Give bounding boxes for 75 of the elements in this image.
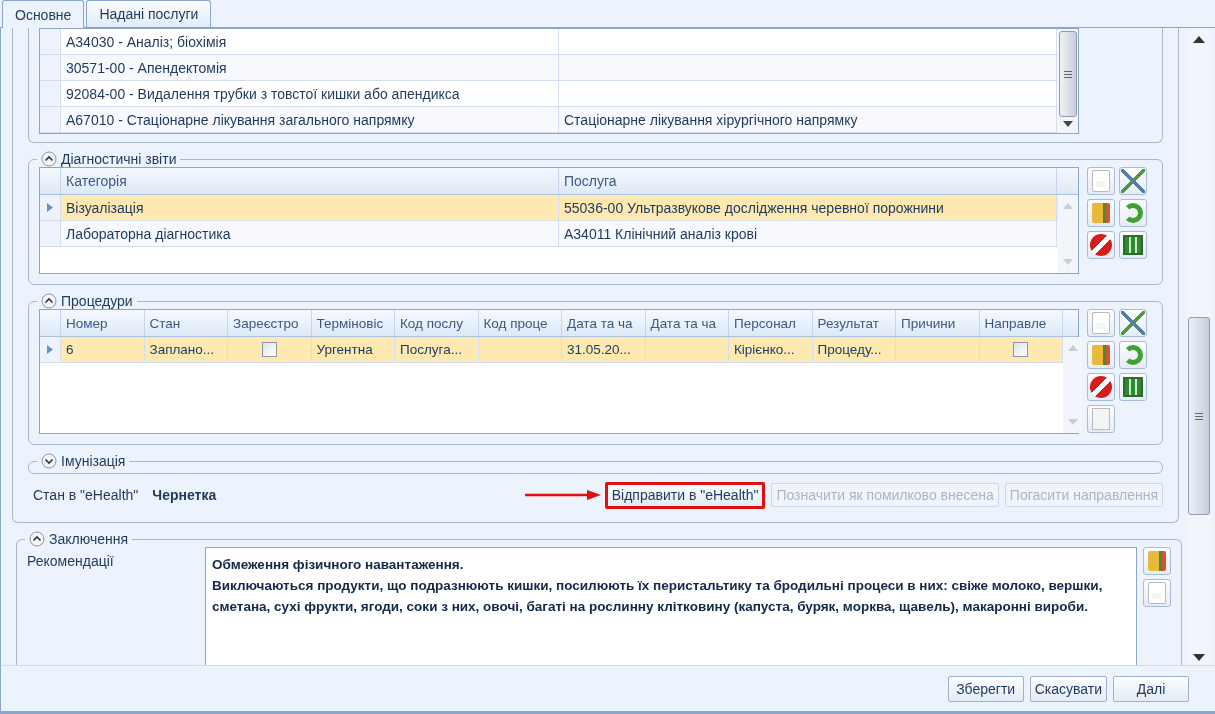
column-header[interactable]: Зареєстро xyxy=(228,310,312,336)
action-button[interactable]: Відправити в "eHealth" xyxy=(604,481,766,509)
table-row[interactable]: 6 Заплано... Ургентна Послуга... 31.05.20... Кірієнко... Процеду... xyxy=(40,337,1063,363)
table-cell: A34011 Клінічний аналіз крові xyxy=(559,221,1057,246)
refresh-icon[interactable] xyxy=(1119,199,1147,227)
collapse-icon[interactable] xyxy=(41,293,57,309)
scrollbar[interactable] xyxy=(1058,29,1078,133)
column-header[interactable]: Дата та ча xyxy=(645,310,729,336)
folder-icon[interactable] xyxy=(1087,199,1115,227)
table-cell: A67010 - Стаціонарне лікування загального напрямку xyxy=(61,107,559,132)
table-cell: Кірієнко... xyxy=(729,337,813,362)
table-cell: 6 xyxy=(61,337,145,362)
tab[interactable]: Надані послуги xyxy=(86,0,212,27)
column-header[interactable]: Стан xyxy=(144,310,228,336)
refresh-icon[interactable] xyxy=(1119,341,1147,369)
stop-icon[interactable] xyxy=(1087,231,1115,259)
footer-button[interactable]: Скасувати xyxy=(1029,675,1107,702)
grid-icon[interactable] xyxy=(1119,373,1147,401)
collapse-icon[interactable] xyxy=(29,531,45,547)
section-title: Імунізація xyxy=(61,453,126,469)
recommendations-field[interactable]: Обмеження фізичного навантаження. Виключаються продукти, що подразнюють кишки, посилюють їх перистальтику та бродильні процеси в них: свіже молоко, вершки, сметана, сухі фрукти, ягоди, соки з них, овочі, багаті на рослинну клітковину (капуста, буряк, морква, щавель), макаронні вироби. xyxy=(205,547,1137,665)
column-header[interactable]: Результат xyxy=(812,310,896,336)
table-cell: 30571-00 - Апендектомія xyxy=(61,55,559,80)
table-cell: Процеду... xyxy=(812,337,896,362)
section-title: Процедури xyxy=(61,293,133,309)
status-label: Стан в "eHealth" xyxy=(33,487,139,503)
column-header[interactable]: Причини xyxy=(896,310,980,336)
footer-button[interactable]: Далі xyxy=(1113,675,1189,702)
field-label: Рекомендації xyxy=(27,552,115,571)
collapse-icon[interactable] xyxy=(41,151,57,167)
status-value: Чернетка xyxy=(152,487,217,503)
tab[interactable]: Основне xyxy=(2,0,85,28)
scroll-up-icon[interactable] xyxy=(1193,36,1205,43)
column-header[interactable]: Категорія xyxy=(61,168,559,194)
table-cell: 92084-00 - Видалення трубки з товстої кишки або апендикса xyxy=(61,81,559,106)
folder-icon[interactable] xyxy=(1087,341,1115,369)
grip-icon xyxy=(1195,412,1203,420)
checkbox[interactable] xyxy=(1013,342,1029,357)
scroll-down-icon[interactable] xyxy=(1193,654,1205,661)
table-cell: Ургентна xyxy=(311,337,395,362)
scroll-down-icon[interactable] xyxy=(1063,121,1073,127)
row-pointer-icon xyxy=(47,345,53,354)
column-header[interactable]: Дата та ча xyxy=(562,310,646,336)
table-cell: Візуалізація xyxy=(61,195,559,220)
table-cell: 31.05.20... xyxy=(562,337,646,362)
table-cell: A34030 - Аналіз; біохімія xyxy=(61,29,559,54)
column-header[interactable]: Код послу xyxy=(395,310,479,336)
scroll-thumb[interactable] xyxy=(1059,31,1077,117)
section-title: Заключення xyxy=(49,531,128,547)
scroll-thumb[interactable] xyxy=(1188,317,1210,515)
table-cell: 55036-00 Ультразвукове дослідження черевної порожнини xyxy=(559,195,1057,220)
tools-icon[interactable] xyxy=(1119,167,1147,195)
column-header[interactable]: Код проце xyxy=(478,310,562,336)
checkbox[interactable] xyxy=(261,342,277,357)
column-header[interactable]: Номер xyxy=(61,310,145,336)
column-header[interactable]: Терміновіс xyxy=(311,310,395,336)
grip-icon xyxy=(1064,70,1072,78)
table-cell: Стаціонарне лікування хірургічного напрямку xyxy=(559,107,1057,132)
table-cell: Послуга... xyxy=(395,337,479,362)
column-header[interactable]: Персонал xyxy=(729,310,813,336)
scrollbar[interactable] xyxy=(1187,28,1211,665)
folder-icon[interactable] xyxy=(1143,547,1171,575)
footer-button[interactable]: Зберегти xyxy=(947,675,1024,702)
row-pointer-icon xyxy=(47,203,53,212)
table-cell: Лабораторна діагностика xyxy=(61,221,559,246)
section-title: Діагностичні звіти xyxy=(61,151,177,167)
table-cell: Заплано... xyxy=(144,337,228,362)
stop-icon[interactable] xyxy=(1087,373,1115,401)
column-header[interactable]: Послуга xyxy=(559,168,1057,194)
grid-icon[interactable] xyxy=(1119,231,1147,259)
tools-icon[interactable] xyxy=(1119,309,1147,337)
table-row[interactable]: Візуалізація 55036-00 Ультразвукове дослідження черевної порожнини xyxy=(40,195,1058,221)
column-header[interactable]: Направле xyxy=(979,310,1063,336)
expand-icon[interactable] xyxy=(41,453,57,469)
table-row[interactable]: Лабораторна діагностика A34011 Клінічний аналіз крові xyxy=(40,221,1058,247)
